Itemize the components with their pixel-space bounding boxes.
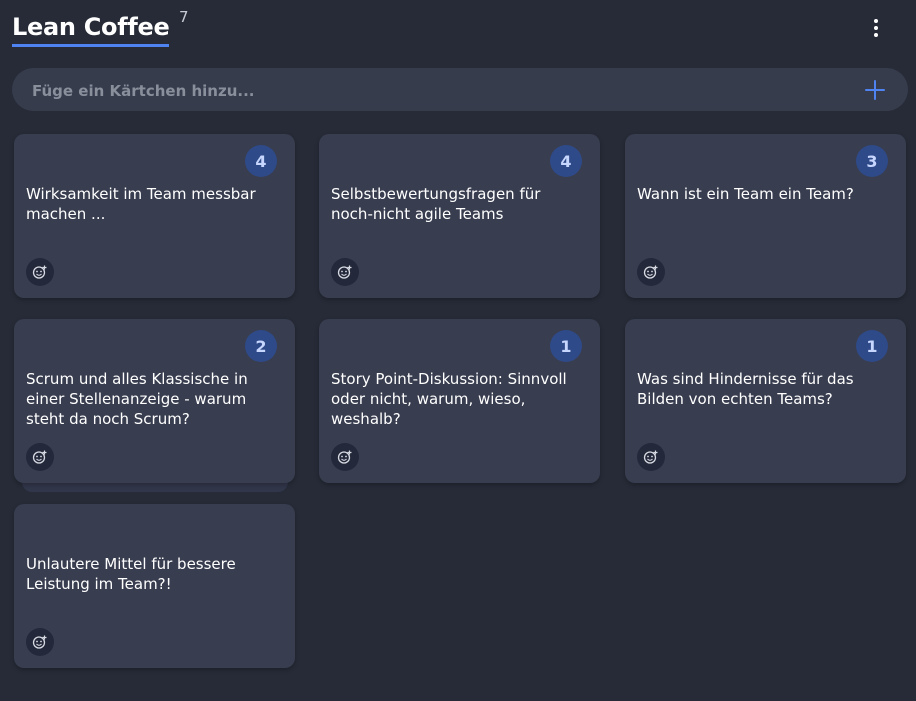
- card[interactable]: 2 Scrum und alles Klassische in einer St…: [14, 319, 295, 483]
- add-card-bar: [12, 68, 908, 113]
- vote-count-badge[interactable]: 1: [550, 330, 582, 362]
- vote-count-badge[interactable]: 3: [856, 145, 888, 177]
- add-reaction-icon[interactable]: [331, 443, 359, 471]
- card[interactable]: 4 Wirksamkeit im Team messbar machen ...: [14, 134, 295, 298]
- more-vertical-icon[interactable]: [862, 14, 890, 42]
- card-text: Unlautere Mittel für bessere Leistung im…: [26, 555, 236, 593]
- add-card-input[interactable]: [30, 68, 834, 113]
- plus-icon[interactable]: [864, 79, 886, 101]
- vote-count-badge[interactable]: 4: [550, 145, 582, 177]
- page-title: Lean Coffee: [12, 12, 170, 47]
- card[interactable]: 4 Selbstbewertungsfragen für noch-nicht …: [319, 134, 600, 298]
- vote-count-badge[interactable]: 1: [856, 330, 888, 362]
- vote-count-badge[interactable]: 2: [245, 330, 277, 362]
- add-reaction-icon[interactable]: [331, 258, 359, 286]
- card[interactable]: Unlautere Mittel für bessere Leistung im…: [14, 504, 295, 668]
- card-text: Story Point-Diskussion: Sinnvoll oder ni…: [331, 370, 567, 428]
- add-reaction-icon[interactable]: [637, 443, 665, 471]
- card-text: Wann ist ein Team ein Team?: [637, 185, 854, 203]
- card-text: Selbstbewertungsfragen für noch-nicht ag…: [331, 185, 541, 223]
- add-reaction-icon[interactable]: [26, 628, 54, 656]
- card-text: Wirksamkeit im Team messbar machen ...: [26, 185, 256, 223]
- add-reaction-icon[interactable]: [26, 258, 54, 286]
- add-reaction-icon[interactable]: [637, 258, 665, 286]
- card[interactable]: 1 Was sind Hindernisse für das Bilden vo…: [625, 319, 906, 483]
- card-count: 7: [179, 8, 189, 26]
- card-text: Scrum und alles Klassische in einer Stel…: [26, 370, 248, 428]
- header: Lean Coffee 7: [12, 8, 904, 50]
- card[interactable]: 1 Story Point-Diskussion: Sinnvoll oder …: [319, 319, 600, 483]
- add-reaction-icon[interactable]: [26, 443, 54, 471]
- vote-count-badge[interactable]: 4: [245, 145, 277, 177]
- card-text: Was sind Hindernisse für das Bilden von …: [637, 370, 854, 408]
- card[interactable]: 3 Wann ist ein Team ein Team?: [625, 134, 906, 298]
- lean-coffee-board: Lean Coffee 7 4 Wirksamkeit im Team mess…: [0, 0, 916, 701]
